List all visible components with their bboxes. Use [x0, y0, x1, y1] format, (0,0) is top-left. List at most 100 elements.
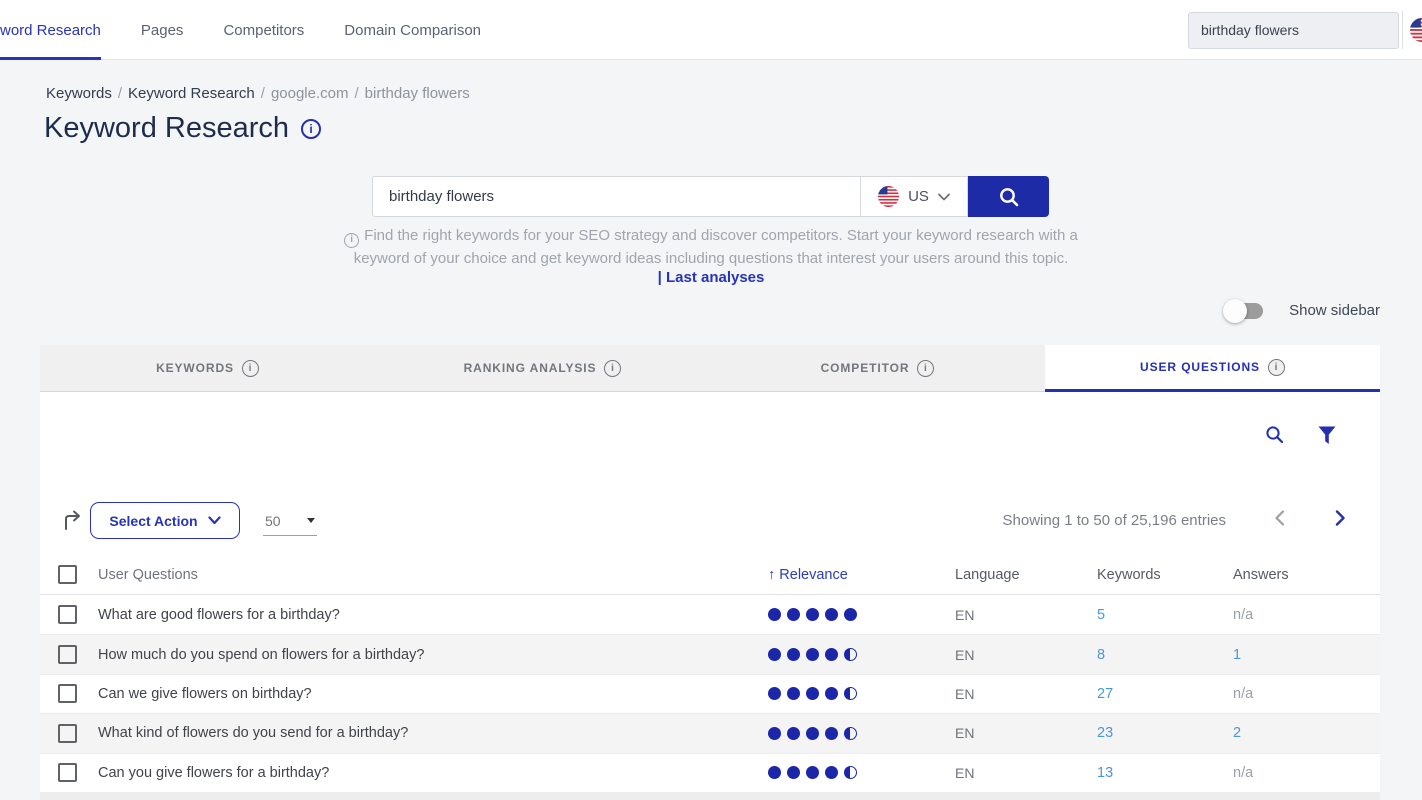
tab-info-icon[interactable]: i: [1268, 359, 1285, 376]
table-row: What kind of flowers do you send for a b…: [40, 713, 1380, 752]
answers-cell: n/a: [1233, 686, 1253, 702]
last-analyses-link[interactable]: | Last analyses: [0, 269, 1422, 286]
table-header-row: User Questions ↑ Relevance Language Keyw…: [40, 555, 1380, 595]
header-answers: Answers: [1233, 567, 1380, 583]
header-keywords: Keywords: [1097, 567, 1233, 583]
active-nav-underline: [0, 57, 101, 60]
language-cell: EN: [955, 725, 1097, 741]
relevance-dot: [806, 648, 819, 661]
table-search-icon[interactable]: [1265, 425, 1285, 445]
keywords-count-link[interactable]: 13: [1097, 765, 1113, 781]
top-nav: word Research Pages Competitors Domain C…: [0, 0, 521, 60]
header-relevance-sort[interactable]: ↑ Relevance: [768, 567, 848, 583]
table-row: What are good flowers for a birthday? EN…: [40, 595, 1380, 634]
us-flag-icon: [878, 186, 899, 207]
sidebar-toggle-row: Show sidebar: [1225, 302, 1380, 319]
search-button[interactable]: [968, 176, 1049, 217]
title-info-icon[interactable]: i: [301, 119, 321, 139]
answers-cell: n/a: [1233, 765, 1253, 781]
relevance-dot: [825, 687, 838, 700]
keywords-count-link[interactable]: 27: [1097, 686, 1113, 702]
select-all-checkbox[interactable]: [58, 565, 77, 584]
tab-info-icon[interactable]: i: [917, 360, 934, 377]
relevance-dots: [768, 648, 955, 661]
breadcrumb-domain[interactable]: google.com: [271, 85, 349, 102]
question-text: Can we give flowers on birthday?: [98, 686, 768, 702]
keywords-count-link[interactable]: 23: [1097, 725, 1113, 741]
action-row: Select Action 50 Showing 1 to 50 of 25,1…: [40, 502, 1380, 542]
breadcrumb-keywords[interactable]: Keywords: [46, 85, 112, 102]
relevance-dot: [806, 608, 819, 621]
relevance-dot: [806, 687, 819, 700]
row-checkbox[interactable]: [58, 724, 77, 743]
answers-cell[interactable]: 2: [1233, 725, 1241, 741]
tab-info-icon[interactable]: i: [242, 360, 259, 377]
row-checkbox[interactable]: [58, 645, 77, 664]
top-navigation-bar: word Research Pages Competitors Domain C…: [0, 0, 1422, 60]
keyword-research-app: word Research Pages Competitors Domain C…: [0, 0, 1422, 800]
showing-entries-text: Showing 1 to 50 of 25,196 entries: [1003, 512, 1227, 529]
table-row: Can you give flowers for a birthday? EN …: [40, 753, 1380, 792]
nav-item-competitors[interactable]: Competitors: [223, 22, 304, 39]
relevance-dot: [787, 766, 800, 779]
us-flag-icon[interactable]: [1410, 18, 1422, 42]
language-cell: EN: [955, 765, 1097, 781]
relevance-dot: [768, 648, 781, 661]
page-size-select[interactable]: 50: [263, 506, 317, 536]
show-sidebar-toggle[interactable]: [1225, 303, 1263, 319]
row-checkbox[interactable]: [58, 763, 77, 782]
header-user-questions: User Questions: [98, 567, 768, 583]
relevance-dot: [787, 687, 800, 700]
relevance-dot: [787, 648, 800, 661]
question-text: Can you give flowers for a birthday?: [98, 765, 768, 781]
keyword-search-bar: US: [372, 176, 1049, 217]
row-checkbox[interactable]: [58, 684, 77, 703]
intro-description: iFind the right keywords for your SEO st…: [0, 225, 1422, 270]
relevance-dot: [768, 727, 781, 740]
relevance-dots: [768, 687, 955, 700]
next-page-icon[interactable]: [1329, 508, 1352, 533]
previous-page-icon[interactable]: [1268, 508, 1291, 533]
table-tools: [1265, 425, 1336, 445]
keywords-count-link[interactable]: 8: [1097, 647, 1105, 663]
tab-keywords[interactable]: KEYWORDSi: [40, 345, 375, 392]
language-cell: EN: [955, 647, 1097, 663]
topbar-search-input[interactable]: [1188, 12, 1399, 49]
header-language: Language: [955, 567, 1097, 583]
relevance-dot: [825, 727, 838, 740]
answers-cell[interactable]: 1: [1233, 647, 1241, 663]
country-selector[interactable]: US: [861, 176, 968, 217]
chevron-down-icon: [208, 516, 221, 525]
relevance-dot: [768, 687, 781, 700]
breadcrumb-keyword-research[interactable]: Keyword Research: [128, 85, 255, 102]
table-row: How much do you spend on flowers for a b…: [40, 634, 1380, 673]
relevance-dot: [825, 766, 838, 779]
relevance-dots: [768, 766, 955, 779]
nav-item-pages[interactable]: Pages: [141, 22, 184, 39]
tab-ranking-analysis[interactable]: RANKING ANALYSISi: [375, 345, 710, 392]
relevance-dot: [844, 687, 857, 700]
panel-body: Select Action 50 Showing 1 to 50 of 25,1…: [40, 392, 1380, 800]
select-action-button[interactable]: Select Action: [90, 502, 240, 539]
export-icon[interactable]: [62, 510, 84, 537]
relevance-dot: [844, 608, 857, 621]
language-cell: EN: [955, 607, 1097, 623]
show-sidebar-label: Show sidebar: [1289, 302, 1380, 319]
relevance-dot: [825, 608, 838, 621]
keyword-input[interactable]: [372, 176, 861, 217]
tab-competitor[interactable]: COMPETITORi: [710, 345, 1045, 392]
breadcrumb-keyword: birthday flowers: [365, 85, 470, 102]
pagination: Showing 1 to 50 of 25,196 entries: [1003, 508, 1353, 533]
chevron-down-icon: [938, 193, 950, 201]
row-checkbox[interactable]: [58, 605, 77, 624]
filter-icon[interactable]: [1318, 425, 1336, 445]
tab-user-questions[interactable]: USER QUESTIONSi: [1045, 345, 1380, 392]
next-row-cutoff: [40, 792, 1380, 800]
keywords-count-link[interactable]: 5: [1097, 607, 1105, 623]
table-row: Can we give flowers on birthday? EN 27 n…: [40, 674, 1380, 713]
question-text: How much do you spend on flowers for a b…: [98, 647, 768, 663]
tab-info-icon[interactable]: i: [604, 360, 621, 377]
nav-item-keyword-research[interactable]: word Research: [0, 22, 101, 39]
caret-down-icon: [307, 518, 315, 523]
nav-item-domain-comparison[interactable]: Domain Comparison: [344, 22, 481, 39]
